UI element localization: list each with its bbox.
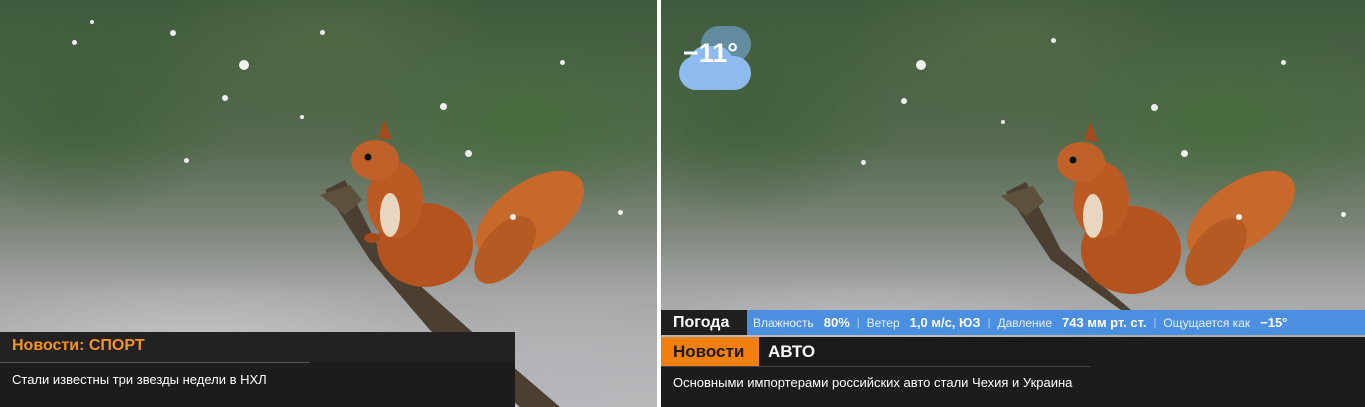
snowflake — [1281, 60, 1286, 65]
feels-like: Ощущается как −15° — [1163, 315, 1287, 330]
snowflake — [239, 60, 249, 70]
news-heading: Новости: СПОРТ — [12, 337, 145, 355]
snowflake — [1001, 120, 1005, 124]
right-broadcast-frame: −11° Погода Влажность 80% | Ветер 1,0 м/… — [661, 0, 1365, 407]
snowflake — [901, 98, 907, 104]
news-ticker: Новости: СПОРТ Стали известны три звезды… — [0, 332, 515, 407]
wind-label: Ветер — [866, 316, 900, 330]
news-category: СПОРТ — [88, 337, 145, 354]
news-headline: Основными импортерами российских авто ст… — [673, 375, 1073, 390]
news-label: Новости — [661, 337, 759, 366]
feels-like-value: −15° — [1260, 315, 1288, 330]
pressure-label: Давление — [997, 316, 1053, 330]
news-ticker: Новости АВТО Основными импортерами росси… — [661, 337, 1365, 407]
left-broadcast-frame: Новости: СПОРТ Стали известны три звезды… — [0, 0, 657, 407]
pressure-value: 743 мм рт. ст. — [1062, 315, 1147, 330]
snowflake — [90, 20, 94, 24]
snowflake — [440, 103, 447, 110]
snowflake — [1341, 212, 1346, 217]
weather-widget: −11° — [679, 26, 754, 94]
news-category: АВТО — [759, 337, 1089, 366]
divider — [661, 366, 1091, 367]
snowflake — [320, 30, 325, 35]
snowflake — [861, 160, 866, 165]
weather-label: Погода — [661, 310, 747, 335]
divider — [0, 362, 310, 363]
weather-details: Влажность 80% | Ветер 1,0 м/с, ЮЗ | Давл… — [753, 310, 1287, 335]
weather-ticker: Погода Влажность 80% | Ветер 1,0 м/с, ЮЗ… — [661, 310, 1365, 335]
temperature: −11° — [683, 38, 739, 68]
snowflake — [465, 150, 472, 157]
wind: Ветер 1,0 м/с, ЮЗ — [867, 315, 981, 330]
news-ticker-header: Новости: СПОРТ — [0, 332, 515, 362]
snowflake — [170, 30, 176, 36]
pressure: Давление 743 мм рт. ст. — [997, 315, 1146, 330]
separator: | — [987, 316, 991, 329]
snowflake — [916, 60, 926, 70]
humidity: Влажность 80% — [753, 315, 850, 330]
news-heading-label: Новости: — [12, 337, 85, 354]
snowflake — [560, 60, 565, 65]
snowflake — [1151, 104, 1158, 111]
snowflake — [1051, 38, 1056, 43]
separator: | — [1153, 316, 1157, 329]
humidity-value: 80% — [823, 315, 850, 330]
snowflake — [72, 40, 77, 45]
snowflake — [1181, 150, 1188, 157]
snowflake — [300, 115, 304, 119]
snowflake — [1236, 214, 1242, 220]
wind-value: 1,0 м/с, ЮЗ — [909, 315, 981, 330]
snowflake — [618, 210, 623, 215]
separator: | — [856, 316, 860, 329]
feels-like-label: Ощущается как — [1163, 316, 1251, 330]
news-headline: Стали известны три звезды недели в НХЛ — [12, 372, 267, 387]
snowflake — [510, 214, 516, 220]
humidity-label: Влажность — [753, 316, 814, 330]
snowflake — [184, 158, 189, 163]
snowflake — [222, 95, 228, 101]
